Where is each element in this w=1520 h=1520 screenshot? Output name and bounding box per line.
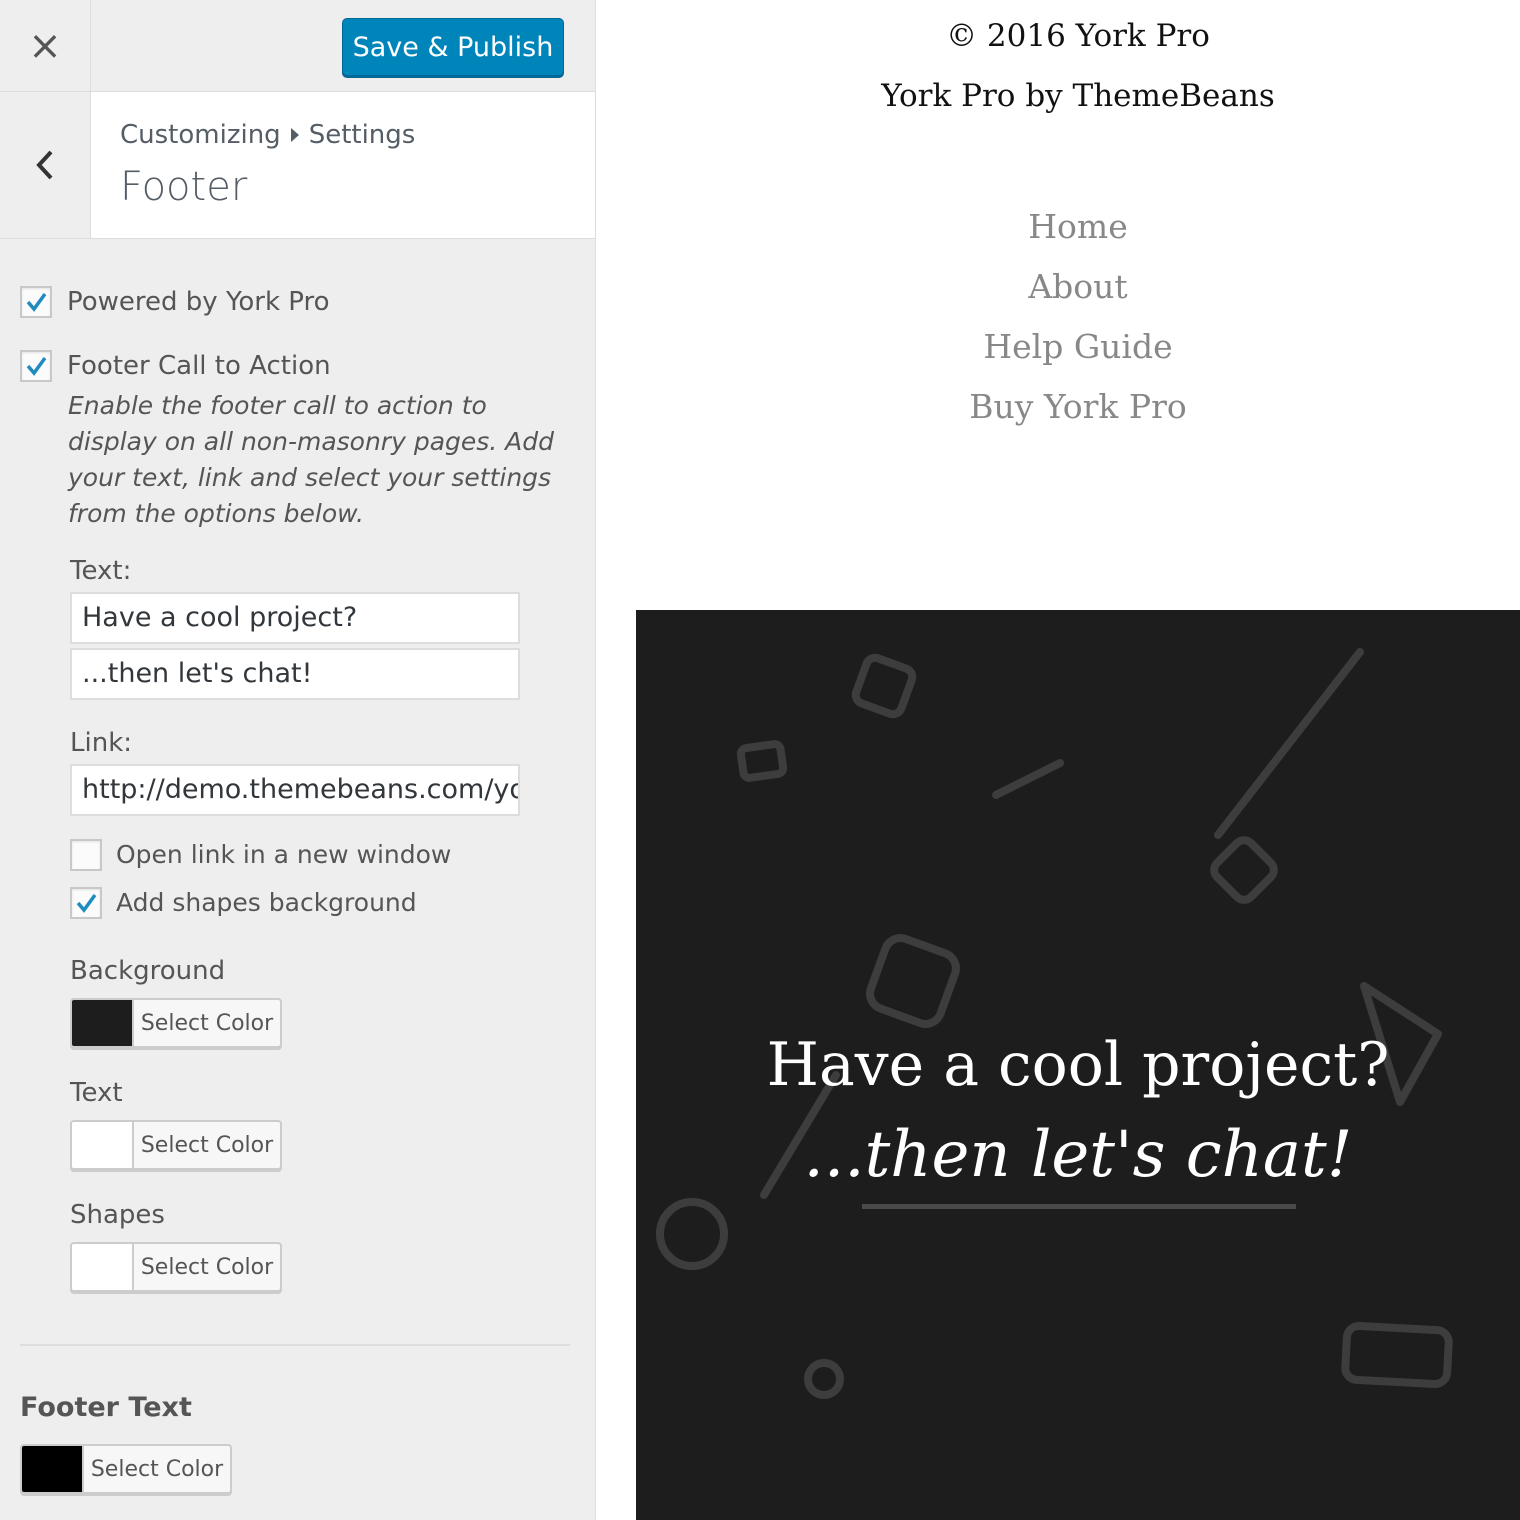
- link-field-label: Link:: [70, 728, 133, 758]
- cta-link-underline: [862, 1204, 1296, 1209]
- cta-text-input-2[interactable]: ...then let's chat!: [70, 648, 520, 700]
- back-button[interactable]: [0, 92, 91, 238]
- select-color-label: Select Color: [140, 1254, 274, 1280]
- footer-text-heading: Footer Text: [20, 1392, 192, 1423]
- add-shapes-label: Add shapes background: [116, 888, 417, 917]
- close-icon: ×: [28, 22, 62, 69]
- add-shapes-checkbox[interactable]: [70, 887, 102, 919]
- open-new-window-checkbox[interactable]: [70, 839, 102, 871]
- footer-cta-label: Footer Call to Action: [67, 351, 331, 381]
- footer-cta-description: Enable the footer call to action to disp…: [68, 391, 555, 528]
- breadcrumb: Customizing Settings: [120, 120, 415, 150]
- cta-link-input[interactable]: http://demo.themebeans.com/york: [70, 764, 520, 816]
- line-shape: [992, 759, 1064, 799]
- footer-text-color-picker[interactable]: Select Color: [20, 1444, 232, 1494]
- checkmark-icon: [26, 292, 47, 312]
- caret-right-icon: [290, 128, 299, 142]
- select-color-label: Select Color: [90, 1456, 224, 1482]
- circle-shape: [804, 1359, 844, 1399]
- text-color-picker[interactable]: Select Color: [70, 1120, 282, 1170]
- checkmark-icon: [26, 356, 47, 376]
- checkmark-icon: [76, 893, 97, 913]
- footer-nav: Home About Help Guide Buy York Pro: [596, 202, 1520, 442]
- footer-byline[interactable]: York Pro by ThemeBeans: [596, 78, 1520, 114]
- rounded-square-shape: [851, 653, 917, 719]
- footer-cta-checkbox[interactable]: [20, 350, 52, 382]
- circle-shape: [656, 1198, 728, 1270]
- powered-by-checkbox[interactable]: [20, 286, 52, 318]
- rounded-rect-shape: [1341, 1321, 1453, 1389]
- nav-link-about[interactable]: About: [596, 262, 1520, 322]
- section-divider: [20, 1344, 570, 1346]
- rounded-rect-shape: [736, 740, 788, 782]
- section-title: Footer: [120, 164, 248, 210]
- color-swatch: [72, 1244, 134, 1290]
- section-header: Customizing Settings Footer: [0, 92, 595, 239]
- footer-call-to-action: Have a cool project? ...then let's chat!: [636, 610, 1520, 1520]
- customizer-header: × Save & Publish: [0, 0, 595, 92]
- powered-by-label: Powered by York Pro: [67, 287, 330, 317]
- save-publish-button[interactable]: Save & Publish: [342, 18, 564, 76]
- cta-link[interactable]: ...then let's chat!: [636, 1118, 1520, 1192]
- nav-link-help-guide[interactable]: Help Guide: [596, 322, 1520, 382]
- breadcrumb-root: Customizing: [120, 120, 281, 150]
- nav-link-home[interactable]: Home: [596, 202, 1520, 262]
- shapes-color-picker[interactable]: Select Color: [70, 1242, 282, 1292]
- footer-copyright: © 2016 York Pro: [946, 18, 1210, 54]
- cta-title: Have a cool project?: [766, 1030, 1390, 1100]
- cta-text-input-1[interactable]: Have a cool project?: [70, 592, 520, 644]
- color-swatch: [22, 1446, 84, 1492]
- breadcrumb-parent: Settings: [308, 120, 416, 150]
- text-color-label: Text: [70, 1078, 123, 1108]
- color-swatch: [72, 1122, 134, 1168]
- customizer-panel: × Save & Publish Customizing Settings Fo…: [0, 0, 596, 1520]
- select-color-label: Select Color: [140, 1132, 274, 1158]
- chevron-left-icon: [36, 150, 53, 180]
- select-color-label: Select Color: [140, 1010, 274, 1036]
- background-color-picker[interactable]: Select Color: [70, 998, 282, 1048]
- nav-link-buy[interactable]: Buy York Pro: [596, 382, 1520, 442]
- text-field-label: Text:: [70, 556, 132, 586]
- color-swatch: [72, 1000, 134, 1046]
- background-color-label: Background: [70, 956, 226, 986]
- close-customizer-button[interactable]: ×: [0, 0, 91, 91]
- open-new-window-label: Open link in a new window: [116, 840, 452, 869]
- rounded-square-shape: [1210, 836, 1278, 904]
- line-shape: [1214, 648, 1364, 839]
- shapes-color-label: Shapes: [70, 1200, 165, 1230]
- rounded-square-shape: [866, 934, 960, 1028]
